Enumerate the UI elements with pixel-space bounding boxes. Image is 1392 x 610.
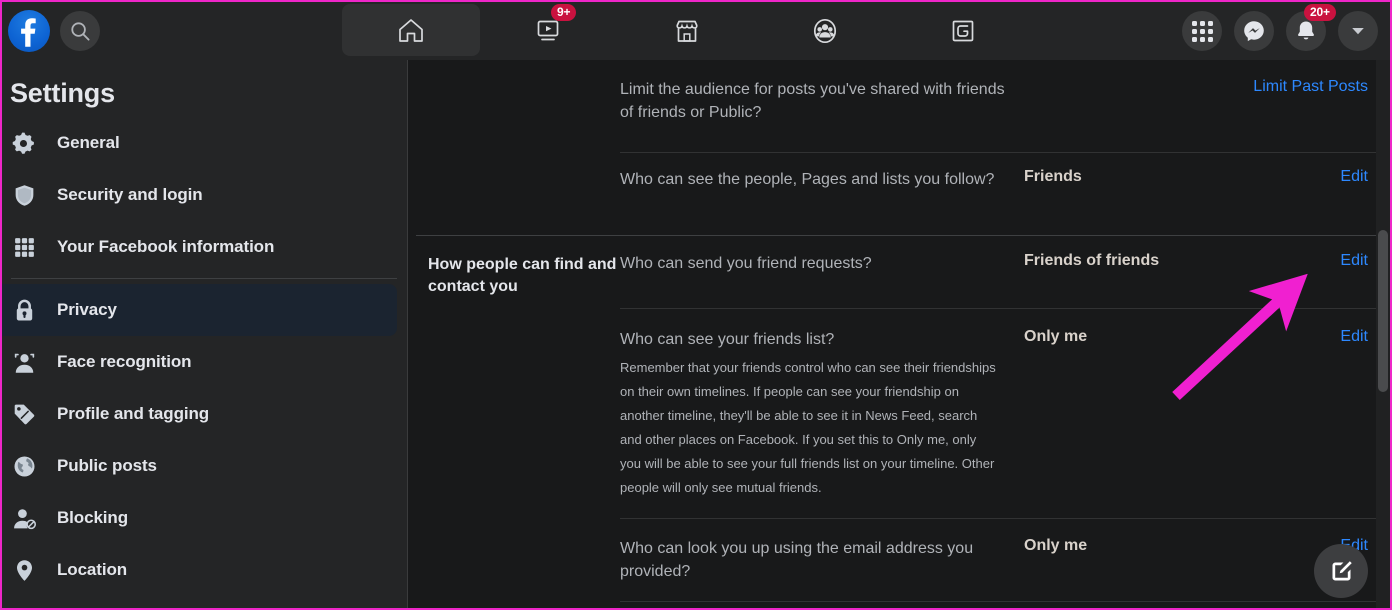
row-value: Friends of friends <box>1024 252 1160 269</box>
content-scrollbar-track[interactable] <box>1376 60 1390 608</box>
topbar-right-cluster: 20+ <box>1182 2 1378 60</box>
pin-icon <box>11 557 37 583</box>
content-scrollbar-thumb[interactable] <box>1378 230 1388 392</box>
sidebar-item-location[interactable]: Location <box>2 544 397 596</box>
setting-row-limit-past-posts: Limit the audience for posts you've shar… <box>408 78 1390 124</box>
sidebar-item-profile-and-tagging[interactable]: Profile and tagging <box>2 388 397 440</box>
sidebar-item-your-facebook-information[interactable]: Your Facebook information <box>2 221 397 273</box>
grid-icon <box>11 234 37 260</box>
edit-button[interactable]: Edit <box>1188 252 1390 270</box>
row-divider <box>620 152 1376 153</box>
row-question: Who can see the people, Pages and lists … <box>620 171 995 188</box>
notifications-button[interactable]: 20+ <box>1286 4 1336 51</box>
sidebar-item-general[interactable]: General <box>2 117 397 169</box>
lock-icon <box>11 297 37 323</box>
privacy-settings-content: Limit the audience for posts you've shar… <box>408 60 1390 608</box>
edit-button[interactable]: Edit <box>1188 168 1390 186</box>
row-divider <box>620 601 1376 602</box>
messenger-icon <box>1244 21 1264 42</box>
watch-badge: 9+ <box>551 4 577 21</box>
facebook-settings-privacy-screen: 9+ 20+ Settings General Security and log… <box>0 0 1392 610</box>
sidebar-item-public-posts[interactable]: Public posts <box>2 440 397 492</box>
row-question: Who can look you up using the email addr… <box>620 540 974 580</box>
tag-icon <box>11 401 37 427</box>
search-icon <box>70 21 90 41</box>
sidebar-item-label: Blocking <box>57 508 128 527</box>
sidebar-item-label: Location <box>57 560 128 579</box>
row-group-label <box>408 78 620 80</box>
sidebar-item-label: General <box>57 133 120 152</box>
row-group-label <box>408 537 620 539</box>
setting-row-friend-requests: How people can find and contact you Who … <box>408 252 1390 298</box>
row-question: Who can send you friend requests? <box>620 255 872 272</box>
topbar-left-cluster <box>2 10 100 52</box>
messenger-button[interactable] <box>1234 11 1274 51</box>
sidebar-item-security-and-login[interactable]: Security and login <box>2 169 397 221</box>
row-question: Who can see your friends list? <box>620 331 835 348</box>
chevron-down-icon <box>1352 28 1364 35</box>
row-divider <box>620 308 1376 309</box>
row-question: Limit the audience for posts you've shar… <box>620 81 1005 121</box>
home-icon <box>399 19 423 42</box>
setting-row-who-can-see-follows: Who can see the people, Pages and lists … <box>408 168 1390 191</box>
sidebar-item-blocking[interactable]: Blocking <box>2 492 397 544</box>
row-value: Only me <box>1024 328 1088 345</box>
nav-tab-watch[interactable]: 9+ <box>480 2 618 60</box>
grid-menu-button[interactable] <box>1182 11 1222 51</box>
sidebar-item-label: Your Facebook information <box>57 237 275 256</box>
nav-tab-marketplace[interactable] <box>618 2 756 60</box>
nav-tab-groups[interactable] <box>756 2 894 60</box>
sidebar-item-face-recognition[interactable]: Face recognition <box>2 336 397 388</box>
nav-tab-gaming[interactable] <box>894 2 1032 60</box>
globe-icon <box>11 453 37 479</box>
sidebar-divider <box>11 278 397 279</box>
top-navigation-bar: 9+ 20+ <box>2 2 1390 60</box>
setting-row-email-lookup: Who can look you up using the email addr… <box>408 537 1390 583</box>
row-value: Only me <box>1024 537 1088 554</box>
gear-icon <box>11 130 37 156</box>
sidebar-item-label: Profile and tagging <box>57 404 210 423</box>
face-icon <box>11 349 37 375</box>
search-button[interactable] <box>60 11 100 51</box>
row-group-label <box>408 328 620 330</box>
compose-fab-button[interactable] <box>1314 544 1368 598</box>
store-icon <box>676 20 698 42</box>
sidebar-item-label: Face recognition <box>57 352 192 371</box>
account-menu-button[interactable] <box>1338 11 1378 51</box>
sidebar-item-label: Security and login <box>57 185 203 204</box>
page-body: Settings General Security and login Your… <box>2 60 1390 608</box>
topbar-nav-tabs: 9+ <box>342 2 1032 60</box>
row-group-label-how-people-find-you: How people can find and contact you <box>428 256 617 295</box>
setting-row-friends-list: Who can see your friends list? Remember … <box>408 328 1390 500</box>
sidebar-item-privacy[interactable]: Privacy <box>2 284 397 336</box>
row-description: Remember that your friends control who c… <box>620 360 996 495</box>
bell-icon <box>1298 21 1314 40</box>
edit-button[interactable]: Edit <box>1188 328 1390 346</box>
row-divider <box>620 518 1376 519</box>
notifications-badge: 20+ <box>1304 4 1336 21</box>
shield-icon <box>11 182 37 208</box>
groups-icon <box>813 18 837 44</box>
gaming-icon <box>952 20 974 42</box>
grid-menu-icon <box>1191 20 1213 42</box>
limit-past-posts-button[interactable]: Limit Past Posts <box>1188 78 1390 96</box>
page-title: Settings <box>10 78 115 108</box>
nav-tab-home[interactable] <box>342 4 480 56</box>
sidebar-item-label: Public posts <box>57 456 157 475</box>
row-group-label <box>408 168 620 170</box>
settings-sidebar: Settings General Security and login Your… <box>2 60 408 608</box>
block-user-icon <box>11 505 37 531</box>
section-divider <box>416 235 1376 236</box>
row-value: Friends <box>1024 168 1082 185</box>
facebook-logo-icon[interactable] <box>8 10 50 52</box>
compose-icon <box>1332 560 1352 580</box>
sidebar-item-label: Privacy <box>57 300 117 319</box>
